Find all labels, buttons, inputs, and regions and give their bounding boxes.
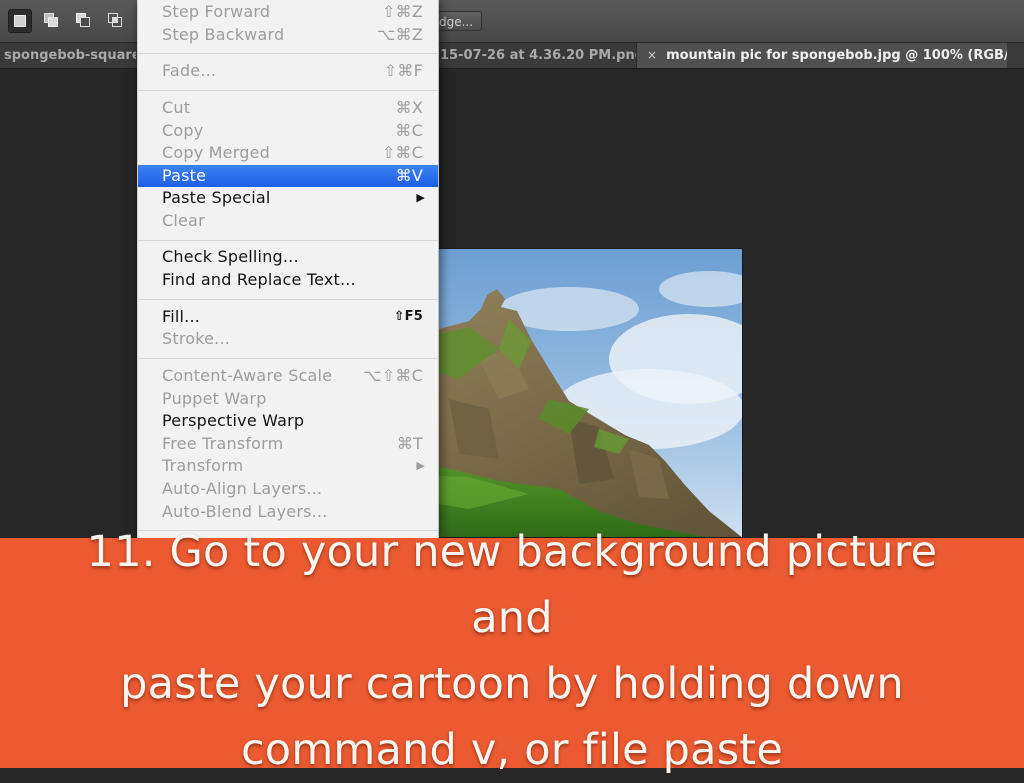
menu-item-copy-merged[interactable]: Copy Merged ⇧⌘C bbox=[138, 142, 438, 165]
menu-shortcut: ⌘X bbox=[395, 98, 423, 117]
menu-label: Content-Aware Scale bbox=[162, 366, 333, 385]
menu-label: Free Transform bbox=[162, 433, 284, 453]
new-selection-icon bbox=[14, 15, 26, 27]
menu-item-auto-align-layers[interactable]: Auto-Align Layers... bbox=[138, 478, 438, 501]
menu-shortcut: ⇧F5 bbox=[393, 308, 423, 324]
menu-label: Step Forward bbox=[162, 2, 271, 21]
menu-label: Stroke... bbox=[162, 329, 231, 349]
menu-shortcut: ⌥⇧⌘C bbox=[363, 366, 423, 385]
tab-screenshot[interactable]: 15-07-26 at 4.36.20 PM.png bbox=[440, 43, 637, 68]
new-selection-mode-button[interactable] bbox=[8, 9, 32, 33]
menu-item-clear[interactable]: Clear bbox=[138, 210, 438, 233]
menu-separator bbox=[138, 90, 438, 91]
tab-mountain-pic-label: mountain pic for spongebob.jpg @ 100% (R… bbox=[666, 48, 1007, 63]
menu-shortcut: ⌘V bbox=[395, 165, 423, 185]
menu-shortcut: ⇧⌘C bbox=[381, 143, 423, 163]
menu-label: Step Backward bbox=[162, 24, 285, 44]
menu-shortcut: ⇧⌘Z bbox=[382, 2, 423, 21]
menu-label: Check Spelling... bbox=[162, 247, 299, 266]
menu-item-step-forward[interactable]: Step Forward ⇧⌘Z bbox=[138, 1, 438, 24]
menu-label: Perspective Warp bbox=[162, 411, 305, 431]
caption-line: paste your cartoon by holding down bbox=[120, 659, 904, 709]
menu-separator bbox=[138, 299, 438, 300]
menu-separator bbox=[138, 53, 438, 54]
menu-shortcut: ⌥⌘Z bbox=[377, 24, 423, 44]
menu-item-paste[interactable]: Paste ⌘V bbox=[138, 164, 438, 188]
menu-label: Fade... bbox=[162, 61, 217, 80]
menu-shortcut: ⌘T bbox=[396, 433, 423, 453]
menu-label: Cut bbox=[162, 98, 191, 117]
menu-item-find-replace[interactable]: Find and Replace Text... bbox=[138, 269, 438, 292]
menu-label: Puppet Warp bbox=[162, 388, 267, 408]
menu-shortcut: ⌘C bbox=[395, 120, 423, 140]
menu-item-fill[interactable]: Fill... ⇧F5 bbox=[138, 306, 438, 329]
intersect-selection-icon bbox=[108, 13, 122, 27]
caption-line: command v, or file paste bbox=[240, 725, 784, 775]
menu-shortcut: ⇧⌘F bbox=[383, 61, 423, 80]
menu-item-puppet-warp[interactable]: Puppet Warp bbox=[138, 388, 438, 411]
refine-edge-button[interactable]: dge... bbox=[438, 11, 482, 31]
menu-item-content-aware-scale[interactable]: Content-Aware Scale ⌥⇧⌘C bbox=[138, 365, 438, 388]
menu-label: Transform bbox=[162, 456, 244, 476]
edit-menu-dropdown: Step Forward ⇧⌘Z Step Backward ⌥⌘Z Fade...… bbox=[137, 0, 439, 538]
menu-label: Clear bbox=[162, 211, 205, 230]
menu-item-check-spelling[interactable]: Check Spelling... bbox=[138, 246, 438, 269]
menu-item-copy[interactable]: Copy ⌘C bbox=[138, 120, 438, 143]
menu-label: Auto-Align Layers... bbox=[162, 479, 323, 498]
close-tab-icon[interactable]: × bbox=[647, 48, 657, 62]
menu-label: Find and Replace Text... bbox=[162, 269, 356, 289]
menu-item-cut[interactable]: Cut ⌘X bbox=[138, 97, 438, 120]
tab-spongebob[interactable]: spongebob-squarep bbox=[4, 43, 136, 68]
menu-item-step-backward[interactable]: Step Backward ⌥⌘Z bbox=[138, 24, 438, 47]
menu-item-fade[interactable]: Fade... ⇧⌘F bbox=[138, 60, 438, 83]
menu-label: Paste bbox=[162, 165, 207, 185]
menu-label: Fill... bbox=[162, 306, 201, 326]
instruction-caption-text: 11. Go to your new background picture an… bbox=[52, 519, 972, 783]
menu-label: Paste Special bbox=[162, 188, 271, 208]
add-to-selection-mode-button[interactable] bbox=[40, 9, 62, 31]
add-to-selection-icon bbox=[44, 13, 58, 27]
submenu-arrow-icon: ▶ bbox=[416, 191, 425, 205]
menu-item-perspective-warp[interactable]: Perspective Warp bbox=[138, 410, 438, 433]
menu-item-paste-special[interactable]: Paste Special ▶ bbox=[138, 187, 438, 210]
menu-item-transform[interactable]: Transform ▶ bbox=[138, 455, 438, 478]
caption-line: 11. Go to your new background picture an… bbox=[86, 527, 938, 643]
menu-separator bbox=[138, 358, 438, 359]
menu-label: Copy Merged bbox=[162, 143, 270, 163]
menu-label: Copy bbox=[162, 120, 204, 140]
submenu-arrow-icon: ▶ bbox=[416, 459, 425, 473]
menu-item-stroke[interactable]: Stroke... bbox=[138, 328, 438, 351]
subtract-from-selection-icon bbox=[76, 13, 90, 27]
tab-mountain-pic[interactable]: × mountain pic for spongebob.jpg @ 100% (… bbox=[637, 43, 1007, 68]
menu-item-free-transform[interactable]: Free Transform ⌘T bbox=[138, 433, 438, 456]
intersect-selection-mode-button[interactable] bbox=[104, 9, 126, 31]
menu-separator bbox=[138, 240, 438, 241]
instruction-caption-banner: 11. Go to your new background picture an… bbox=[0, 527, 1024, 775]
subtract-from-selection-mode-button[interactable] bbox=[72, 9, 94, 31]
